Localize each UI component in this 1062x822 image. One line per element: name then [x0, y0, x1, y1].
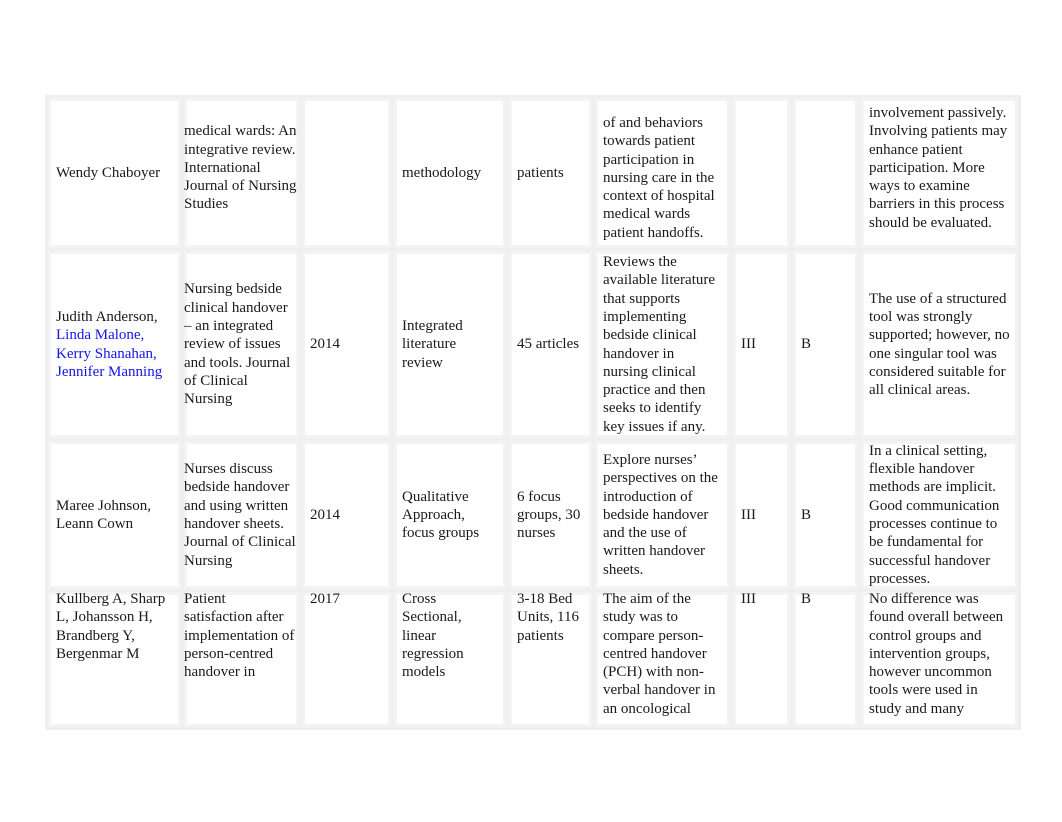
authors-text: Wendy Chaboyer: [56, 164, 161, 181]
level-cell: III: [730, 589, 793, 730]
findings-cell: involvement passively. Involving patient…: [858, 95, 1021, 251]
design-cell: Qualitative Approach, focus groups: [391, 438, 509, 592]
year-cell: 2014: [299, 438, 394, 592]
year-cell: 2014: [299, 248, 394, 441]
evidence-table: Wendy Chaboyer medical wards: An integra…: [45, 95, 1021, 730]
sample-cell: 6 focus groups, 30 nurses: [506, 438, 595, 592]
level-text: III: [741, 506, 756, 523]
purpose-text: Explore nurses’ perspectives on the intr…: [603, 451, 718, 578]
table-row: Wendy Chaboyer medical wards: An integra…: [45, 95, 1021, 251]
design-text: Cross Sectional, linear regression model…: [402, 591, 464, 681]
sample-cell: patients: [506, 95, 595, 251]
table-row: Judith Anderson, Linda Malone, Kerry Sha…: [45, 248, 1021, 441]
level-text: III: [741, 591, 756, 608]
authors-cell: Maree Johnson, Leann Cown: [45, 438, 184, 592]
sample-cell: 3-18 Bed Units, 116 patients: [506, 589, 595, 730]
table-row: Kullberg A, Sharp L, Johansson H, Brandb…: [45, 589, 1021, 730]
title-cell: medical wards: An integrative review. In…: [181, 95, 302, 251]
purpose-cell: Explore nurses’ perspectives on the intr…: [592, 438, 733, 592]
findings-cell: In a clinical setting, flexible handover…: [858, 438, 1021, 592]
purpose-cell: of and behaviors towards patient partici…: [592, 95, 733, 251]
purpose-cell: The aim of the study was to compare pers…: [592, 589, 733, 730]
quality-text: B: [801, 336, 812, 353]
findings-text: In a clinical setting, flexible handover…: [869, 442, 1000, 587]
design-cell: Integrated literature review: [391, 248, 509, 441]
level-cell: III: [730, 248, 793, 441]
year-cell: 2017: [299, 589, 394, 730]
title-cell: Patient satisfaction after implementatio…: [181, 589, 302, 730]
quality-cell: B: [790, 438, 861, 592]
level-text: III: [741, 336, 756, 353]
year-text: 2017: [310, 591, 340, 608]
purpose-text: The aim of the study was to compare pers…: [603, 591, 716, 717]
author-link[interactable]: Kerry Shanahan,: [56, 345, 173, 363]
author-link[interactable]: Jennifer Manning: [56, 363, 173, 381]
quality-cell: [790, 95, 861, 251]
findings-text: No difference was found overall between …: [869, 591, 1004, 717]
design-text: Qualitative Approach, focus groups: [402, 488, 480, 542]
quality-cell: B: [790, 248, 861, 441]
authors-text: Maree Johnson, Leann Cown: [56, 497, 151, 532]
sample-text: patients: [517, 164, 564, 181]
findings-text: The use of a structured tool was strongl…: [869, 290, 1010, 399]
purpose-cell: Reviews the available literature that su…: [592, 248, 733, 441]
title-text: Nursing bedside clinical handover – an i…: [184, 281, 291, 408]
year-text: 2014: [310, 506, 340, 523]
level-cell: [730, 95, 793, 251]
design-text: Integrated literature review: [402, 318, 463, 371]
title-text: Nurses discuss bedside handover and usin…: [184, 461, 296, 569]
authors-cell: Kullberg A, Sharp L, Johansson H, Brandb…: [45, 589, 184, 730]
findings-cell: The use of a structured tool was strongl…: [858, 248, 1021, 441]
purpose-text: Reviews the available literature that su…: [603, 254, 716, 435]
author-link[interactable]: Linda Malone,: [56, 326, 173, 344]
sample-text: 45 articles: [517, 336, 580, 353]
title-cell: Nursing bedside clinical handover – an i…: [181, 248, 302, 441]
findings-text: involvement passively. Involving patient…: [869, 104, 1008, 231]
design-cell: Cross Sectional, linear regression model…: [391, 589, 509, 730]
authors-text: Kullberg A, Sharp L, Johansson H, Brandb…: [56, 591, 166, 662]
design-text: methodology: [402, 164, 482, 181]
title-text: Patient satisfaction after implementatio…: [184, 591, 295, 681]
sample-text: 6 focus groups, 30 nurses: [517, 488, 581, 542]
year-cell: [299, 95, 394, 251]
sample-cell: 45 articles: [506, 248, 595, 441]
authors-cell: Wendy Chaboyer: [45, 95, 184, 251]
authors-cell: Judith Anderson, Linda Malone, Kerry Sha…: [45, 248, 184, 441]
quality-text: B: [801, 591, 812, 608]
purpose-text: of and behaviors towards patient partici…: [603, 114, 715, 241]
document-page: Wendy Chaboyer medical wards: An integra…: [0, 0, 1062, 822]
title-text: medical wards: An integrative review. In…: [184, 123, 297, 213]
findings-cell: No difference was found overall between …: [858, 589, 1021, 730]
level-cell: III: [730, 438, 793, 592]
design-cell: methodology: [391, 95, 509, 251]
year-text: 2014: [310, 336, 340, 353]
table-row: Maree Johnson, Leann Cown Nurses discuss…: [45, 438, 1021, 592]
quality-cell: B: [790, 589, 861, 730]
sample-text: 3-18 Bed Units, 116 patients: [517, 591, 579, 644]
title-cell: Nurses discuss bedside handover and usin…: [181, 438, 302, 592]
quality-text: B: [801, 506, 812, 523]
authors-text: Judith Anderson,: [56, 308, 158, 325]
